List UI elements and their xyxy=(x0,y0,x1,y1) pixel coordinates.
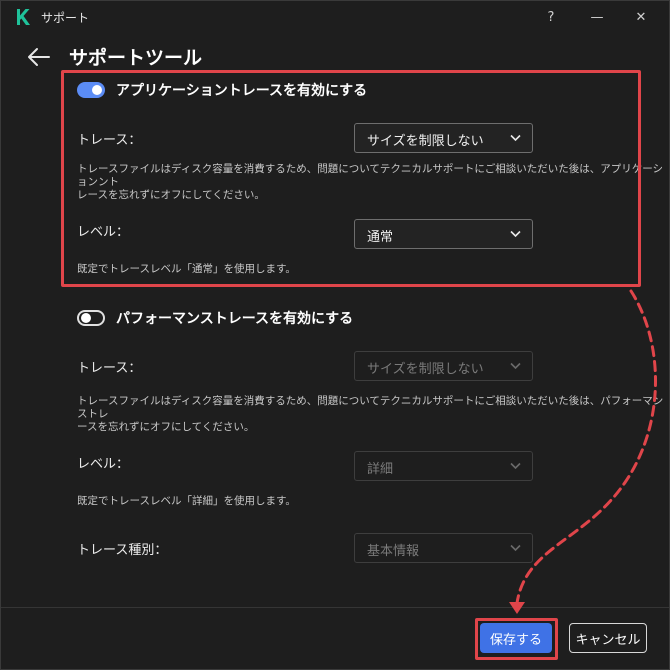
help-line: ースを忘れずにオフにしてください。 xyxy=(77,421,255,433)
support-window: サポート ? — ✕ サポートツール アプリケーショントレースを有効にする トレ… xyxy=(0,0,670,670)
select-value: サイズを制限しない xyxy=(367,362,484,377)
cancel-button[interactable]: キャンセル xyxy=(569,623,647,653)
perf-type-label: トレース種別： xyxy=(77,543,168,558)
chevron-down-icon xyxy=(510,462,521,470)
app-trace-highlight xyxy=(61,70,641,287)
arrow-head-icon xyxy=(509,602,525,614)
help-icon: ? xyxy=(547,9,555,25)
save-button-highlight xyxy=(475,618,558,660)
perf-level-help: 既定でトレースレベル「詳細」を使用します。 xyxy=(77,495,296,507)
back-arrow-icon[interactable] xyxy=(25,45,51,69)
kaspersky-logo-icon xyxy=(17,9,30,25)
minimize-icon: — xyxy=(590,9,604,25)
close-button[interactable]: ✕ xyxy=(627,5,655,29)
help-line: トレースファイルはディスク容量を消費するため、問題についてテクニカルサポートにご… xyxy=(77,395,664,420)
chevron-down-icon xyxy=(510,544,521,552)
select-value: 基本情報 xyxy=(367,544,420,559)
perf-trace-help: トレースファイルはディスク容量を消費するため、問題についてテクニカルサポートにご… xyxy=(77,395,669,434)
perf-type-select[interactable]: 基本情報 xyxy=(354,533,533,563)
chevron-down-icon xyxy=(510,362,521,370)
window-title: サポート xyxy=(41,11,90,25)
minimize-button[interactable]: — xyxy=(583,5,611,29)
select-value: 詳細 xyxy=(367,462,394,477)
perf-trace-label: トレース： xyxy=(77,361,142,376)
perf-level-label: レベル： xyxy=(77,457,130,472)
page-title: サポートツール xyxy=(69,47,203,69)
perf-level-select[interactable]: 詳細 xyxy=(354,451,533,481)
perf-trace-heading: パフォーマンストレースを有効にする xyxy=(116,311,354,327)
toggle-knob xyxy=(81,313,91,323)
help-button[interactable]: ? xyxy=(537,5,565,29)
perf-trace-toggle[interactable] xyxy=(77,310,105,326)
footer-divider xyxy=(1,607,669,608)
perf-trace-size-select[interactable]: サイズを制限しない xyxy=(354,351,533,381)
close-icon: ✕ xyxy=(635,9,647,25)
title-bar: サポート ? — ✕ xyxy=(1,1,669,33)
